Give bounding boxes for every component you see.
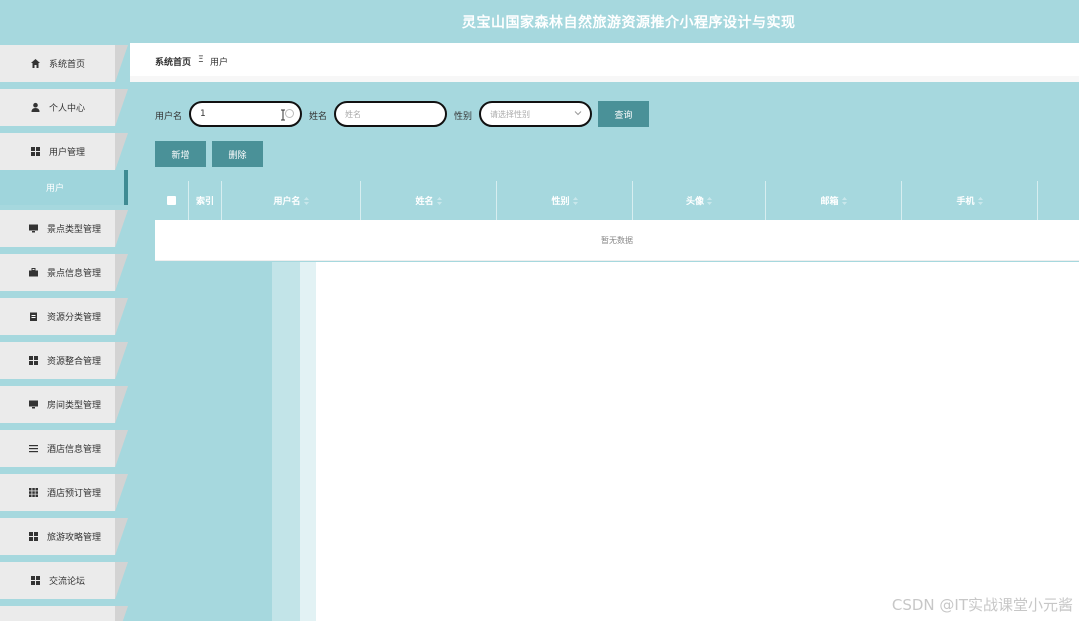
name-label: 姓名 (309, 112, 328, 122)
sidebar-item-label: 旅游攻略管理 (47, 533, 102, 543)
sort-icon[interactable] (707, 196, 712, 205)
column-header-phone[interactable]: 手机 (902, 181, 1038, 220)
sidebar-item-label: 景点信息管理 (47, 269, 102, 279)
user-icon (30, 102, 41, 113)
sidebar-item-resource-integration[interactable]: 资源整合管理 (0, 342, 128, 379)
add-button[interactable]: 新增 (155, 141, 206, 167)
app-title: 灵宝山国家森林自然旅游资源推介小程序设计与实现 (462, 15, 796, 31)
table-body: 暂无数据 (155, 220, 1079, 261)
name-input[interactable]: 姓名 (334, 101, 447, 127)
username-label: 用户名 (155, 112, 183, 122)
grid9-icon (28, 487, 39, 498)
breadcrumb-current: 用户 (210, 58, 229, 68)
sort-icon[interactable] (572, 196, 578, 205)
sidebar-item-scenic-type[interactable]: 景点类型管理 (0, 210, 128, 247)
sidebar: 系统首页 个人中心 用户管理 用户 景点类型管理 景点信息管理 资源分类管理 资… (0, 43, 130, 621)
select-all-checkbox-cell[interactable] (155, 181, 189, 220)
empty-state: 暂无数据 (601, 236, 633, 245)
column-header-name[interactable]: 姓名 (361, 181, 497, 220)
main-content (130, 76, 1079, 621)
watermark: CSDN @IT实战课堂小元酱 (891, 596, 1073, 614)
sort-icon[interactable] (841, 196, 847, 205)
sidebar-item-label: 资源整合管理 (47, 357, 102, 367)
sort-icon[interactable] (303, 196, 309, 205)
sidebar-subitem-user[interactable]: 用户 (0, 170, 128, 205)
query-button[interactable]: 查询 (598, 101, 649, 127)
sidebar-item-label: 资源分类管理 (47, 313, 102, 323)
column-header-email[interactable]: 邮箱 (766, 181, 902, 220)
sort-icon[interactable] (977, 196, 983, 205)
sidebar-item-forum[interactable]: 交流论坛 (0, 562, 128, 599)
table-header: 索引 用户名 姓名 性别 头像 邮箱 手机 (155, 181, 1079, 220)
sidebar-subitem-label: 用户 (46, 184, 65, 194)
username-input[interactable]: 1 (189, 101, 302, 127)
breadcrumb-separator: Ξ (198, 55, 204, 65)
sidebar-item-label: 景点类型管理 (47, 225, 102, 235)
sort-icon[interactable] (436, 196, 442, 205)
sidebar-item-partial[interactable] (0, 606, 128, 621)
home-icon (30, 58, 41, 69)
sidebar-item-user-management[interactable]: 用户管理 (0, 133, 128, 170)
sidebar-item-scenic-info[interactable]: 景点信息管理 (0, 254, 128, 291)
briefcase-icon (28, 267, 39, 278)
sidebar-item-travel-guide[interactable]: 旅游攻略管理 (0, 518, 128, 555)
clear-icon[interactable] (285, 109, 294, 118)
select-all-checkbox[interactable] (167, 196, 176, 205)
top-header: 灵宝山国家森林自然旅游资源推介小程序设计与实现 (0, 0, 1079, 43)
clipboard-icon (28, 311, 39, 322)
grid-icon (28, 531, 39, 542)
column-header-username[interactable]: 用户名 (222, 181, 361, 220)
list-icon (28, 443, 39, 454)
column-header-gender[interactable]: 性别 (497, 181, 633, 220)
sidebar-item-room-type[interactable]: 房间类型管理 (0, 386, 128, 423)
column-header-avatar[interactable]: 头像 (633, 181, 766, 220)
sidebar-item-home[interactable]: 系统首页 (0, 45, 128, 82)
column-header-index: 索引 (189, 181, 222, 220)
grid-icon (30, 146, 41, 157)
name-input-placeholder: 姓名 (345, 109, 361, 119)
monitor-icon (28, 223, 39, 234)
sidebar-item-label: 交流论坛 (48, 577, 85, 587)
monitor-icon (28, 399, 39, 410)
delete-button[interactable]: 删除 (212, 141, 263, 167)
sidebar-item-hotel-info[interactable]: 酒店信息管理 (0, 430, 128, 467)
gender-label: 性别 (454, 112, 473, 122)
user-table: 索引 用户名 姓名 性别 头像 邮箱 手机 暂无数据 (155, 181, 1079, 261)
breadcrumb-home[interactable]: 系统首页 (155, 55, 191, 68)
sidebar-item-resource-category[interactable]: 资源分类管理 (0, 298, 128, 335)
sidebar-item-hotel-booking[interactable]: 酒店预订管理 (0, 474, 128, 511)
grid-icon (30, 575, 41, 586)
gender-select[interactable]: 请选择性别 (479, 101, 592, 127)
sidebar-item-label: 酒店预订管理 (47, 489, 102, 499)
sidebar-item-label: 系统首页 (48, 60, 85, 70)
sidebar-item-label: 房间类型管理 (47, 401, 102, 411)
sidebar-item-label: 用户管理 (48, 148, 85, 158)
breadcrumb: 系统首页 Ξ 用户 (130, 43, 1079, 76)
sidebar-item-label: 酒店信息管理 (47, 445, 102, 455)
chevron-down-icon (574, 109, 582, 117)
grid-icon (28, 355, 39, 366)
username-input-value: 1 (200, 109, 206, 119)
sidebar-item-label: 个人中心 (48, 104, 85, 114)
gender-select-placeholder: 请选择性别 (490, 109, 530, 119)
sidebar-item-profile[interactable]: 个人中心 (0, 89, 128, 126)
